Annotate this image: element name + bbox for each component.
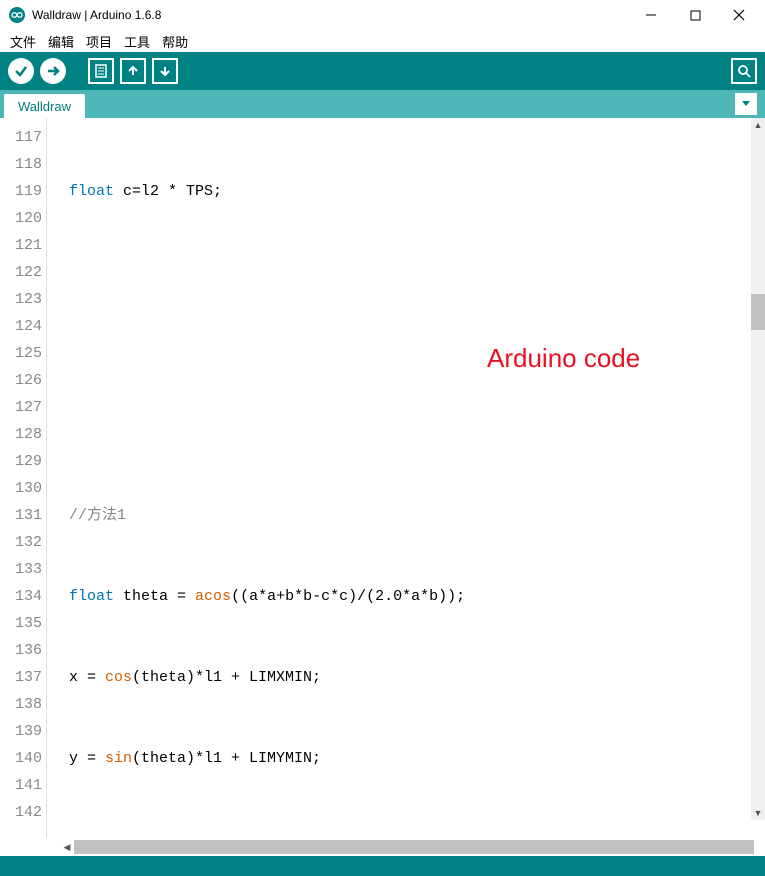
menu-bar: 文件 编辑 项目 工具 帮助	[0, 30, 765, 52]
window-controls	[641, 5, 749, 25]
line-number: 120	[0, 205, 42, 232]
upload-button[interactable]	[40, 58, 66, 84]
line-number: 128	[0, 421, 42, 448]
vscroll-down-arrow[interactable]: ▼	[751, 806, 765, 820]
line-number: 133	[0, 556, 42, 583]
line-number: 136	[0, 637, 42, 664]
toolbar	[0, 52, 765, 90]
line-number: 122	[0, 259, 42, 286]
line-number: 130	[0, 475, 42, 502]
line-number: 119	[0, 178, 42, 205]
line-number: 118	[0, 151, 42, 178]
code-line: //方法1	[51, 502, 765, 529]
hscroll-thumb[interactable]	[74, 840, 754, 854]
line-number: 141	[0, 772, 42, 799]
line-number: 125	[0, 340, 42, 367]
code-area[interactable]: float c=l2 * TPS; //方法1 float theta = ac…	[46, 118, 765, 838]
title-bar: Walldraw | Arduino 1.6.8	[0, 0, 765, 30]
code-line: y = sin(theta)*l1 + LIMYMIN;	[51, 745, 765, 772]
menu-tools[interactable]: 工具	[120, 30, 154, 53]
line-number: 129	[0, 448, 42, 475]
vscroll-up-arrow[interactable]: ▲	[751, 118, 765, 132]
vscroll-thumb[interactable]	[751, 294, 765, 330]
open-button[interactable]	[120, 58, 146, 84]
code-line: x = cos(theta)*l1 + LIMXMIN;	[51, 664, 765, 691]
app-icon	[8, 6, 26, 24]
code-line: float theta = acos((a*a+b*b-c*c)/(2.0*a*…	[51, 583, 765, 610]
code-line: float c=l2 * TPS;	[51, 178, 765, 205]
serial-monitor-button[interactable]	[731, 58, 757, 84]
line-number: 132	[0, 529, 42, 556]
line-number: 135	[0, 610, 42, 637]
code-editor[interactable]: 117 118 119 120 121 122 123 124 125 126 …	[0, 118, 765, 838]
menu-project[interactable]: 项目	[82, 30, 116, 53]
line-number: 139	[0, 718, 42, 745]
tab-walldraw[interactable]: Walldraw	[4, 94, 85, 118]
line-number: 138	[0, 691, 42, 718]
save-button[interactable]	[152, 58, 178, 84]
verify-button[interactable]	[8, 58, 34, 84]
code-line	[51, 259, 765, 286]
line-number: 117	[0, 124, 42, 151]
line-number: 123	[0, 286, 42, 313]
line-number: 131	[0, 502, 42, 529]
window-title: Walldraw | Arduino 1.6.8	[32, 8, 641, 22]
vertical-scrollbar[interactable]: ▲ ▼	[751, 118, 765, 820]
code-line	[51, 421, 765, 448]
hscroll-left-arrow[interactable]: ◀	[60, 840, 74, 854]
line-number: 126	[0, 367, 42, 394]
line-number: 121	[0, 232, 42, 259]
line-number: 134	[0, 583, 42, 610]
status-bar	[0, 856, 765, 876]
close-button[interactable]	[729, 5, 749, 25]
line-number: 142	[0, 799, 42, 826]
line-number: 140	[0, 745, 42, 772]
tab-bar: Walldraw	[0, 90, 765, 118]
menu-edit[interactable]: 编辑	[44, 30, 78, 53]
menu-help[interactable]: 帮助	[158, 30, 192, 53]
annotation-label: Arduino code	[487, 345, 640, 372]
horizontal-scrollbar[interactable]	[74, 840, 737, 854]
horizontal-scroll-row: ◀ ▶	[0, 838, 765, 856]
line-number: 124	[0, 313, 42, 340]
new-button[interactable]	[88, 58, 114, 84]
minimize-button[interactable]	[641, 5, 661, 25]
code-line	[51, 340, 765, 367]
menu-file[interactable]: 文件	[6, 30, 40, 53]
maximize-button[interactable]	[685, 5, 705, 25]
tab-menu-button[interactable]	[735, 93, 757, 115]
line-number: 127	[0, 394, 42, 421]
line-gutter: 117 118 119 120 121 122 123 124 125 126 …	[0, 118, 46, 838]
line-number: 137	[0, 664, 42, 691]
code-line	[51, 826, 765, 838]
